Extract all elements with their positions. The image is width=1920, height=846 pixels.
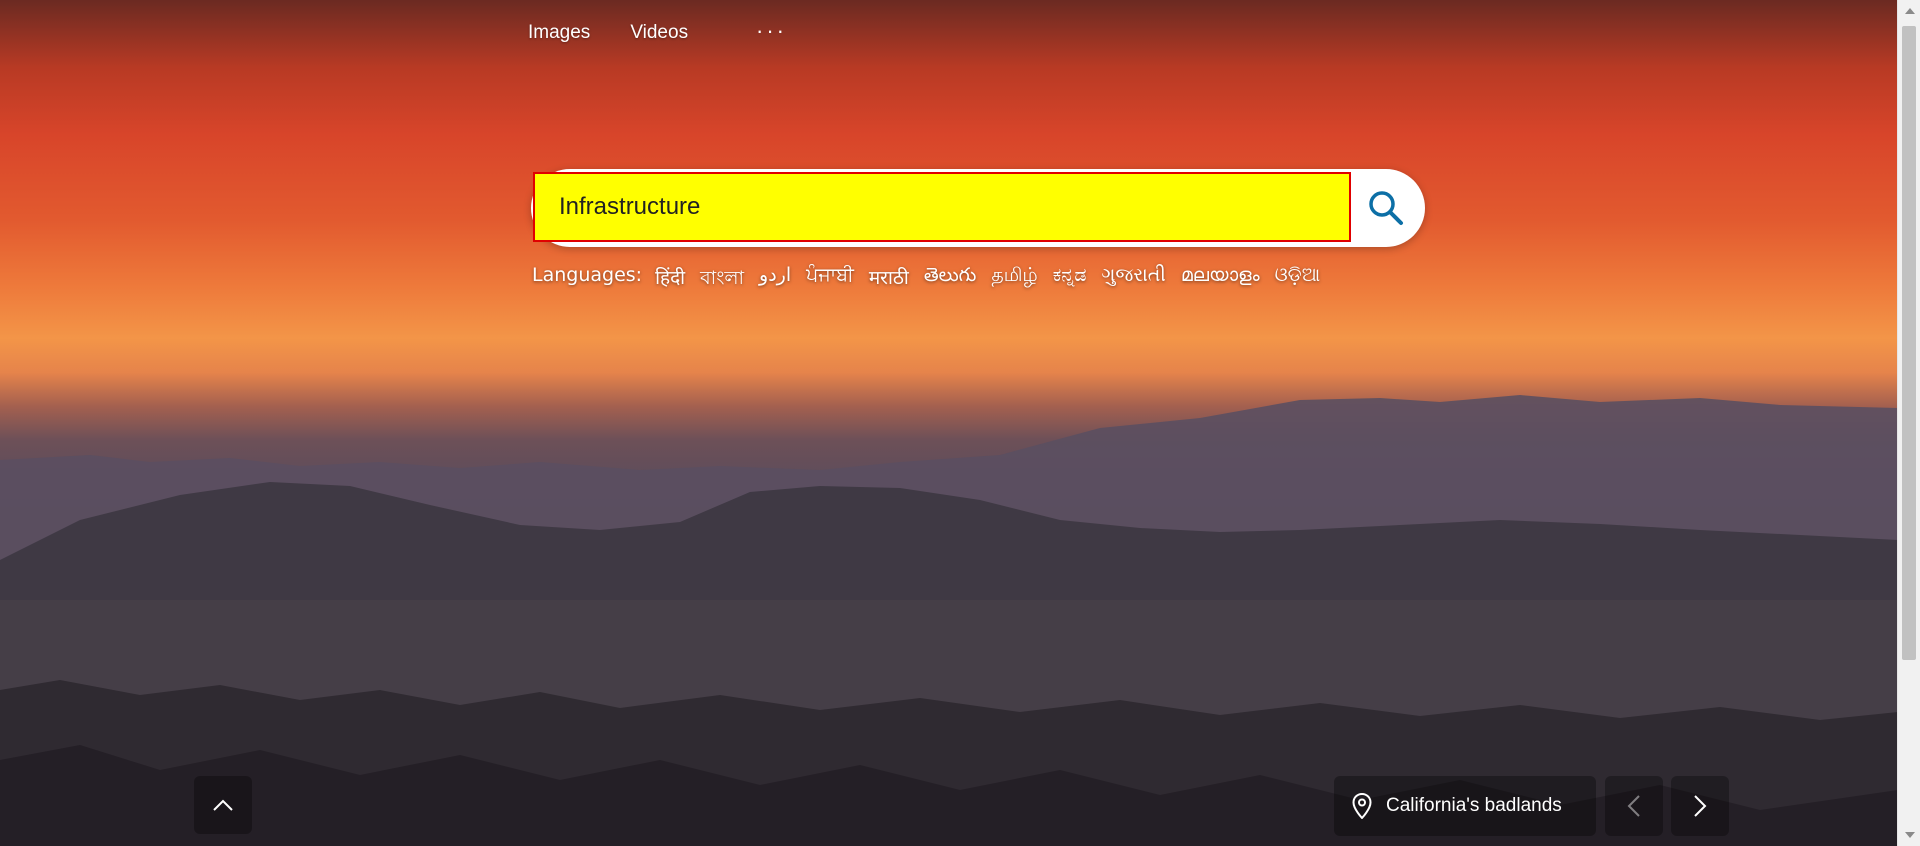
nav-videos-link[interactable]: Videos bbox=[630, 22, 688, 44]
location-pin-icon bbox=[1352, 793, 1372, 819]
scroll-down-arrow-icon[interactable] bbox=[1905, 832, 1915, 838]
scroll-up-arrow-icon[interactable] bbox=[1905, 8, 1915, 14]
language-link-tamil[interactable]: தமிழ் bbox=[991, 264, 1037, 296]
image-location-button[interactable]: California's badlands bbox=[1334, 776, 1596, 836]
chevron-left-icon bbox=[1627, 795, 1640, 817]
search-button[interactable] bbox=[1358, 180, 1414, 236]
language-link-malayalam[interactable]: മലയാളം bbox=[1181, 264, 1260, 296]
more-options-icon[interactable]: ··· bbox=[756, 20, 787, 42]
language-link-gujarati[interactable]: ગુજરાતી bbox=[1101, 264, 1165, 296]
page-scrollbar[interactable] bbox=[1897, 0, 1920, 846]
top-navigation: Images Videos bbox=[528, 22, 688, 44]
language-link-marathi[interactable]: मराठी bbox=[869, 264, 909, 296]
language-link-urdu[interactable]: اردو bbox=[759, 264, 791, 296]
language-link-telugu[interactable]: తెలుగు bbox=[924, 264, 976, 296]
language-links: Languages: हिंदी বাংলা اردو ਪੰਜਾਬੀ मराठी… bbox=[532, 264, 1320, 296]
search-icon bbox=[1369, 191, 1403, 225]
language-link-odia[interactable]: ଓଡ଼ିଆ bbox=[1275, 264, 1321, 296]
languages-label: Languages: bbox=[532, 264, 643, 286]
scroll-up-button[interactable] bbox=[194, 776, 252, 834]
language-link-kannada[interactable]: ಕನ್ನಡ bbox=[1053, 264, 1087, 296]
next-image-button[interactable] bbox=[1671, 776, 1729, 836]
scrollbar-thumb[interactable] bbox=[1902, 26, 1916, 660]
previous-image-button[interactable] bbox=[1605, 776, 1663, 836]
background-image bbox=[0, 0, 1898, 846]
location-text: California's badlands bbox=[1386, 795, 1562, 816]
chevron-right-icon bbox=[1694, 795, 1707, 817]
chevron-up-icon bbox=[213, 799, 233, 811]
nav-images-link[interactable]: Images bbox=[528, 22, 590, 44]
language-link-punjabi[interactable]: ਪੰਜਾਬੀ bbox=[806, 264, 854, 296]
search-input[interactable] bbox=[533, 172, 1351, 242]
language-link-bangla[interactable]: বাংলা bbox=[700, 264, 744, 296]
language-link-hindi[interactable]: हिंदी bbox=[655, 264, 685, 296]
